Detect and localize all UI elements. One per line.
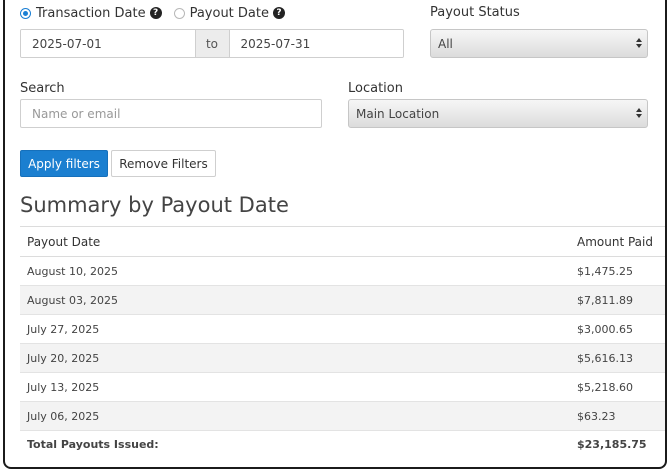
date-type-radio-group: Transaction Date ? Payout Date ? <box>20 4 297 22</box>
payout-status-select[interactable]: All <box>430 29 648 58</box>
select-arrows-icon <box>635 38 642 48</box>
end-date-input[interactable] <box>229 30 403 57</box>
search-input[interactable] <box>20 99 322 128</box>
amount-paid-cell: $1,475.25 <box>577 256 665 286</box>
table-row: July 13, 2025 $5,218.60 <box>20 372 665 402</box>
remove-filters-button[interactable]: Remove Filters <box>111 150 216 177</box>
radio-button[interactable] <box>173 7 185 19</box>
apply-filters-button[interactable]: Apply filters <box>20 150 108 177</box>
total-row: Total Payouts Issued: $23,185.75 <box>20 430 665 459</box>
payout-date-cell: July 27, 2025 <box>20 314 577 344</box>
payout-summary-table: Payout Date Amount Paid August 10, 2025 … <box>20 226 665 459</box>
table-row: July 06, 2025 $63.23 <box>20 401 665 431</box>
summary-heading: Summary by Payout Date <box>20 193 289 217</box>
date-range-separator: to <box>194 30 230 57</box>
start-date-input[interactable] <box>21 30 195 57</box>
table-row: July 20, 2025 $5,616.13 <box>20 343 665 373</box>
select-arrows-icon <box>635 108 642 118</box>
date-range-group: to <box>20 29 404 58</box>
radio-label-payout-date: Payout Date <box>189 5 269 21</box>
radio-label-transaction-date: Transaction Date <box>36 5 146 21</box>
radio-payout-date[interactable]: Payout Date ? <box>173 5 285 21</box>
location-label: Location <box>348 81 403 96</box>
payout-date-cell: July 20, 2025 <box>20 343 577 373</box>
total-label: Total Payouts Issued: <box>20 430 577 459</box>
amount-paid-cell: $3,000.65 <box>577 314 665 344</box>
help-icon[interactable]: ? <box>149 7 162 19</box>
payout-date-cell: August 10, 2025 <box>20 256 577 286</box>
report-panel: Transaction Date ? Payout Date ? Payout … <box>3 0 667 469</box>
payout-status-label: Payout Status <box>430 5 520 20</box>
payout-date-cell: August 03, 2025 <box>20 285 577 315</box>
radio-button-checked[interactable] <box>20 7 31 19</box>
table-row: August 10, 2025 $1,475.25 <box>20 256 665 286</box>
total-amount: $23,185.75 <box>577 430 665 459</box>
table-row: August 03, 2025 $7,811.89 <box>20 285 665 315</box>
payout-status-value: All <box>438 36 453 51</box>
search-label: Search <box>20 81 65 96</box>
column-header-amount-paid[interactable]: Amount Paid <box>577 226 665 257</box>
amount-paid-cell: $7,811.89 <box>577 285 665 315</box>
help-icon[interactable]: ? <box>273 7 285 19</box>
location-value: Main Location <box>356 106 440 121</box>
location-select[interactable]: Main Location <box>348 99 648 128</box>
radio-transaction-date[interactable]: Transaction Date ? <box>20 6 162 21</box>
amount-paid-cell: $5,616.13 <box>577 343 665 373</box>
amount-paid-cell: $5,218.60 <box>577 372 665 402</box>
payout-date-cell: July 06, 2025 <box>20 401 577 431</box>
amount-paid-cell: $63.23 <box>577 401 665 431</box>
table-row: July 27, 2025 $3,000.65 <box>20 314 665 344</box>
column-header-payout-date[interactable]: Payout Date <box>20 226 577 257</box>
payout-date-cell: July 13, 2025 <box>20 372 577 402</box>
table-header-row: Payout Date Amount Paid <box>20 226 665 257</box>
